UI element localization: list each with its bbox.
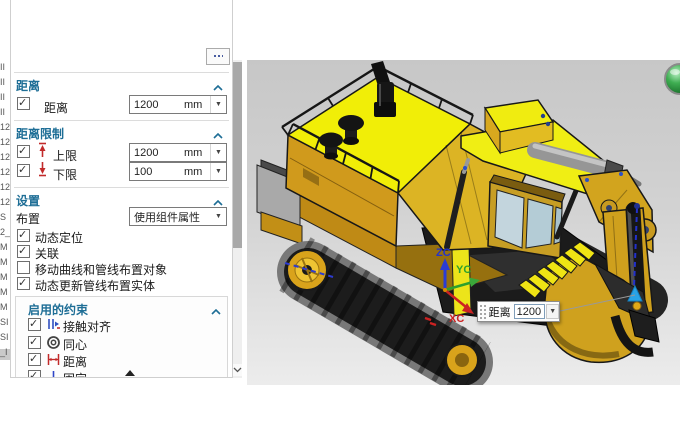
chevron-up-icon[interactable] (211, 302, 221, 320)
clipped-tree-text: M (0, 287, 8, 297)
distance-value[interactable]: 1200 (130, 99, 184, 111)
distance-constraint-label: 距离 (63, 353, 87, 370)
clipped-tree-strip: IIIIIIII121212121212S2_MMMMMSISI_I (0, 0, 10, 444)
concentric-icon (46, 335, 60, 351)
chevron-up-icon[interactable] (213, 126, 223, 144)
clipped-tree-text: M (0, 302, 8, 312)
section-header-settings[interactable]: 设置 (16, 192, 40, 209)
clipped-tree-text: 12 (0, 152, 10, 162)
arrangement-label: 布置 (16, 210, 40, 227)
clipped-tree-text: S (0, 212, 6, 222)
clipped-tree-text: II (0, 77, 5, 87)
clipped-tree-text: M (0, 242, 8, 252)
dynamic-positioning-label: 动态定位 (35, 229, 83, 246)
section-header-distance[interactable]: 距离 (16, 77, 40, 94)
dynamic-positioning-checkbox[interactable] (17, 229, 30, 242)
dropdown-arrow-icon[interactable]: ▼ (210, 144, 226, 161)
clipped-tree-text: SI (0, 317, 9, 327)
lower-limit-label: 下限 (53, 166, 77, 183)
drag-grip-icon[interactable] (479, 304, 487, 319)
touch-align-icon (46, 317, 60, 333)
3d-scene[interactable]: ZC YC XC (247, 60, 680, 385)
touch-align-label: 接触对齐 (63, 318, 111, 335)
upper-limit-icon (36, 142, 50, 158)
upper-limit-checkbox[interactable] (17, 145, 30, 158)
clipped-tree-text: II (0, 92, 5, 102)
upper-limit-unit: mm (184, 147, 210, 159)
clipped-tree-text: SI (0, 332, 9, 342)
concentric-label: 同心 (63, 336, 87, 353)
enabled-constraints-group: 启用的约束 接触对齐 同心 (15, 296, 228, 378)
arrangement-value: 使用组件属性 (130, 209, 211, 225)
fix-constraint-icon (46, 369, 60, 378)
cab-side-window (526, 199, 553, 248)
z-axis-label: ZC (436, 247, 451, 259)
distance-label: 距离 (44, 99, 68, 116)
status-ball-icon[interactable] (665, 64, 680, 94)
y-axis-label: YC (456, 264, 471, 276)
lower-limit-value[interactable]: 100 (130, 166, 184, 178)
clipped-tree-text: 12 (0, 122, 10, 132)
scrollbar-down-button[interactable] (233, 364, 242, 376)
separator (14, 72, 229, 73)
upper-limit-value[interactable]: 1200 (130, 147, 184, 159)
enabled-constraints-header[interactable]: 启用的约束 (28, 301, 88, 318)
dialog-resize-grip[interactable] (125, 370, 135, 376)
section-header-distance-limit[interactable]: 距离限制 (16, 125, 64, 142)
arrangement-select[interactable]: 使用组件属性 ▼ (129, 207, 227, 226)
clipped-tree-text: _I (0, 347, 8, 357)
clipped-tree-text: II (0, 62, 5, 72)
onscreen-distance-label: 距离 (489, 304, 511, 320)
fix-constraint-label: 固定 (63, 370, 87, 378)
distance-unit: mm (184, 99, 210, 111)
clipped-tree-text: 12 (0, 137, 10, 147)
distance-value-field[interactable]: 1200 mm ▼ (129, 95, 227, 114)
clipped-tree-text: 12 (0, 197, 10, 207)
dots-icon (213, 54, 223, 59)
fix-constraint-checkbox[interactable] (28, 370, 41, 378)
update-routing-checkbox[interactable] (17, 277, 30, 290)
dropdown-arrow-icon: ▼ (211, 213, 226, 220)
concentric-checkbox[interactable] (28, 336, 41, 349)
dropdown-arrow-icon[interactable]: ▼ (210, 96, 226, 113)
upper-limit-field[interactable]: 1200 mm ▼ (129, 143, 227, 162)
scrollbar-thumb[interactable] (233, 62, 242, 248)
clipped-tree-text: M (0, 272, 8, 282)
onscreen-distance-input[interactable]: 距离 1200 ▼ (477, 301, 560, 322)
update-routing-label: 动态更新管线布置实体 (35, 277, 155, 294)
touch-align-checkbox[interactable] (28, 318, 41, 331)
constraint-dialog: 距离 距离 1200 mm ▼ 距离限制 上限 1200 mm ▼ (10, 0, 233, 378)
x-axis-label: XC (449, 313, 464, 325)
distance-constraint-icon (46, 352, 60, 368)
clipped-tree-text: 12 (0, 182, 10, 192)
associative-label: 关联 (35, 245, 59, 262)
clipped-tree-text: II (0, 107, 5, 117)
cab-windshield (495, 190, 524, 248)
move-curves-checkbox[interactable] (17, 261, 30, 274)
lower-limit-unit: mm (184, 166, 210, 178)
lower-limit-checkbox[interactable] (17, 164, 30, 177)
associative-checkbox[interactable] (17, 245, 30, 258)
lower-limit-field[interactable]: 100 mm ▼ (129, 162, 227, 181)
graphics-viewport[interactable]: ZC YC XC 距离 1200 ▼ (247, 60, 680, 385)
dropdown-arrow-icon[interactable]: ▼ (210, 163, 226, 180)
constraint-handle-ball[interactable] (633, 302, 641, 310)
dialog-mini-button[interactable] (206, 48, 230, 65)
clipped-tree-text: 2_ (0, 227, 10, 237)
chevron-up-icon[interactable] (213, 78, 223, 96)
excavator-cab[interactable] (488, 175, 565, 258)
dialog-scrollbar[interactable] (233, 60, 242, 378)
clipped-tree-text: 12 (0, 167, 10, 177)
lower-limit-icon (36, 161, 50, 177)
distance-checkbox[interactable] (17, 97, 30, 110)
dropdown-arrow-icon[interactable]: ▼ (546, 304, 559, 319)
separator (14, 187, 229, 188)
separator (14, 120, 229, 121)
onscreen-distance-value[interactable]: 1200 (514, 304, 546, 319)
upper-limit-label: 上限 (53, 147, 77, 164)
application-window: IIIIIIII121212121212S2_MMMMMSISI_I 距离 距离… (0, 0, 680, 444)
move-curves-label: 移动曲线和管线布置对象 (35, 261, 167, 278)
distance-constraint-checkbox[interactable] (28, 353, 41, 366)
clipped-tree-text: M (0, 257, 8, 267)
